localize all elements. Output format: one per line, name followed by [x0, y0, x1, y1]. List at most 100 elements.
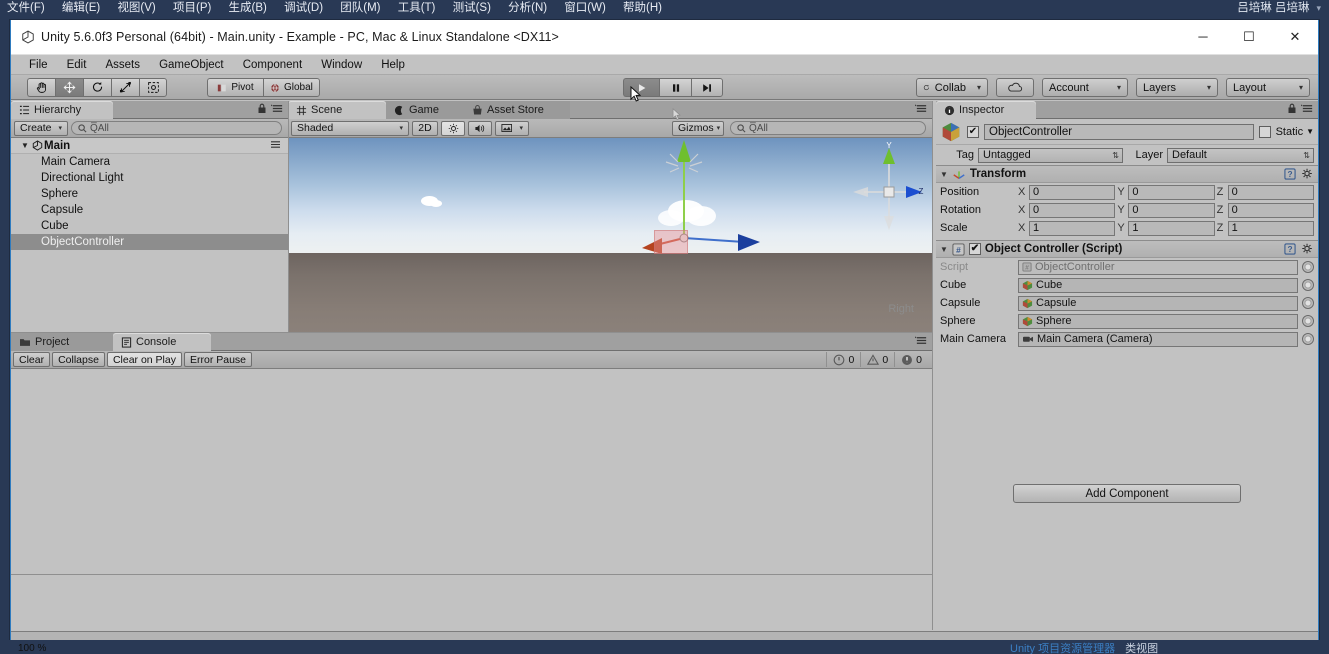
chevron-updown-icon[interactable]: ⇅ — [1112, 151, 1119, 160]
chevron-down-icon[interactable]: ▾ — [717, 124, 721, 132]
position-z-input[interactable]: 0 — [1227, 184, 1314, 200]
step-button[interactable] — [691, 78, 723, 97]
hierarchy-item-sphere[interactable]: Sphere — [11, 186, 288, 202]
vs-menu-test[interactable]: 测试(S) — [446, 0, 498, 17]
vs-menu-tools[interactable]: 工具(T) — [391, 0, 443, 17]
chevron-down-icon[interactable]: ▾ — [1316, 3, 1321, 13]
lock-icon[interactable] — [1287, 103, 1297, 114]
window-minimize-button[interactable]: ─ — [1180, 20, 1226, 54]
tab-game[interactable]: Game — [386, 101, 464, 119]
tab-asset-store[interactable]: Asset Store — [464, 101, 570, 119]
hierarchy-item-directional-light[interactable]: Directional Light — [11, 170, 288, 186]
gear-icon[interactable] — [1301, 168, 1314, 180]
console-error-pause-button[interactable]: Error Pause — [183, 352, 253, 367]
vs-zoom-level[interactable]: 100 % — [18, 643, 46, 654]
rotation-x-input[interactable]: 0 — [1029, 202, 1116, 218]
sphere-reference-field[interactable]: Sphere — [1018, 313, 1298, 329]
scene-viewport[interactable]: Y Z Right — [288, 138, 932, 333]
hierarchy-scene-root[interactable]: ▼ Main — [11, 138, 288, 154]
console-message-list[interactable] — [11, 369, 932, 630]
script-enabled-checkbox[interactable]: ✔ — [968, 243, 981, 255]
gear-icon[interactable] — [1301, 243, 1314, 255]
unity-menu-edit[interactable]: Edit — [59, 55, 95, 75]
gizmos-dropdown[interactable]: Gizmos ▾ — [672, 120, 724, 136]
tag-dropdown[interactable]: Untagged ⇅ — [978, 147, 1123, 163]
tab-inspector[interactable]: Inspector — [936, 101, 1036, 119]
hierarchy-item-capsule[interactable]: Capsule — [11, 202, 288, 218]
rotation-y-input[interactable]: 0 — [1128, 202, 1215, 218]
console-collapse-button[interactable]: Collapse — [52, 352, 105, 367]
rotate-tool-button[interactable] — [83, 78, 111, 97]
object-picker-icon[interactable] — [1302, 261, 1314, 273]
tab-console[interactable]: Console — [113, 333, 211, 351]
object-picker-icon[interactable] — [1302, 315, 1314, 327]
tab-scene[interactable]: Scene — [288, 101, 386, 119]
help-icon[interactable]: ? — [1284, 243, 1296, 255]
hierarchy-item-main-camera[interactable]: Main Camera — [11, 154, 288, 170]
gameobject-enabled-checkbox[interactable]: ✔ — [967, 125, 979, 138]
script-component-header[interactable]: ▼ # ✔ Object Controller (Script) ? — [936, 240, 1318, 258]
object-picker-icon[interactable] — [1302, 297, 1314, 309]
script-reference-field[interactable]: # ObjectController — [1018, 259, 1298, 275]
window-maximize-button[interactable]: ☐ — [1226, 20, 1272, 54]
scale-x-input[interactable]: 1 — [1029, 220, 1116, 236]
2d-toggle-button[interactable]: 2D — [412, 120, 438, 136]
add-component-button[interactable]: Add Component — [1013, 484, 1241, 503]
scene-menu-icon[interactable] — [269, 140, 282, 149]
chevron-down-icon[interactable]: ▾ — [971, 83, 981, 92]
console-warning-count[interactable]: 0 — [860, 352, 894, 367]
vs-menu-debug[interactable]: 调试(D) — [277, 0, 330, 17]
console-detail-splitter[interactable] — [11, 574, 932, 575]
pivot-toggle-button[interactable]: Pivot — [207, 78, 263, 97]
tab-project[interactable]: Project — [11, 333, 113, 351]
console-error-count[interactable]: 0 — [894, 352, 928, 367]
vs-menu-edit[interactable]: 编辑(E) — [55, 0, 107, 17]
object-picker-icon[interactable] — [1302, 279, 1314, 291]
pause-button[interactable] — [659, 78, 691, 97]
hierarchy-search-input[interactable]: Q̅All — [71, 121, 282, 135]
layer-dropdown[interactable]: Default ⇅ — [1167, 147, 1314, 163]
cube-reference-field[interactable]: Cube — [1018, 277, 1298, 293]
console-clear-button[interactable]: Clear — [13, 352, 51, 367]
vs-menu-file[interactable]: 文件(F) — [0, 0, 52, 17]
hierarchy-item-objectcontroller[interactable]: ObjectController — [11, 234, 288, 250]
play-button[interactable] — [623, 78, 659, 97]
vs-menu-help[interactable]: 帮助(H) — [616, 0, 669, 17]
capsule-reference-field[interactable]: Capsule — [1018, 295, 1298, 311]
main-camera-reference-field[interactable]: Main Camera (Camera) — [1018, 331, 1298, 347]
hand-tool-button[interactable] — [27, 78, 55, 97]
vs-account-area[interactable]: 吕培琳 吕培琳 ▾ — [1237, 1, 1321, 15]
rect-tool-button[interactable] — [139, 78, 167, 97]
scale-z-input[interactable]: 1 — [1227, 220, 1314, 236]
panel-menu-icon[interactable] — [915, 335, 928, 346]
inspector-splitter[interactable] — [932, 101, 933, 630]
unity-menu-gameobject[interactable]: GameObject — [151, 55, 232, 75]
static-checkbox[interactable] — [1258, 125, 1271, 138]
position-x-input[interactable]: 0 — [1029, 184, 1116, 200]
unity-menu-window[interactable]: Window — [313, 55, 370, 75]
vs-menu-build[interactable]: 生成(B) — [222, 0, 274, 17]
layout-button[interactable]: Layout ▾ — [1226, 78, 1310, 97]
layers-button[interactable]: Layers ▾ — [1136, 78, 1218, 97]
help-icon[interactable]: ? — [1284, 168, 1296, 180]
hierarchy-tree[interactable]: ▼ Main Main Camera Directional Light Sph… — [11, 138, 288, 333]
chevron-down-icon[interactable]: ▾ — [59, 124, 63, 132]
vs-tab-class-view[interactable]: 类视图 — [1125, 643, 1158, 654]
chevron-down-icon[interactable]: ▼ — [940, 170, 948, 179]
chevron-down-icon[interactable]: ▾ — [1201, 83, 1211, 92]
panel-menu-icon[interactable] — [271, 103, 284, 114]
shading-mode-dropdown[interactable]: Shaded ▾ — [291, 120, 409, 136]
scale-tool-button[interactable] — [111, 78, 139, 97]
scene-fx-dropdown[interactable]: ▾ — [495, 120, 529, 136]
console-clear-on-play-button[interactable]: Clear on Play — [106, 352, 182, 367]
collab-button[interactable]: Collab ▾ — [916, 78, 988, 97]
chevron-down-icon[interactable]: ▾ — [519, 124, 523, 132]
unity-menu-help[interactable]: Help — [373, 55, 413, 75]
panel-menu-icon[interactable] — [915, 103, 928, 114]
global-toggle-button[interactable]: Global — [263, 78, 320, 97]
vs-menu-view[interactable]: 视图(V) — [110, 0, 162, 17]
chevron-down-icon[interactable]: ▾ — [1293, 83, 1303, 92]
unity-menu-file[interactable]: File — [21, 55, 56, 75]
move-tool-button[interactable] — [55, 78, 83, 97]
console-info-count[interactable]: 0 — [826, 352, 860, 367]
